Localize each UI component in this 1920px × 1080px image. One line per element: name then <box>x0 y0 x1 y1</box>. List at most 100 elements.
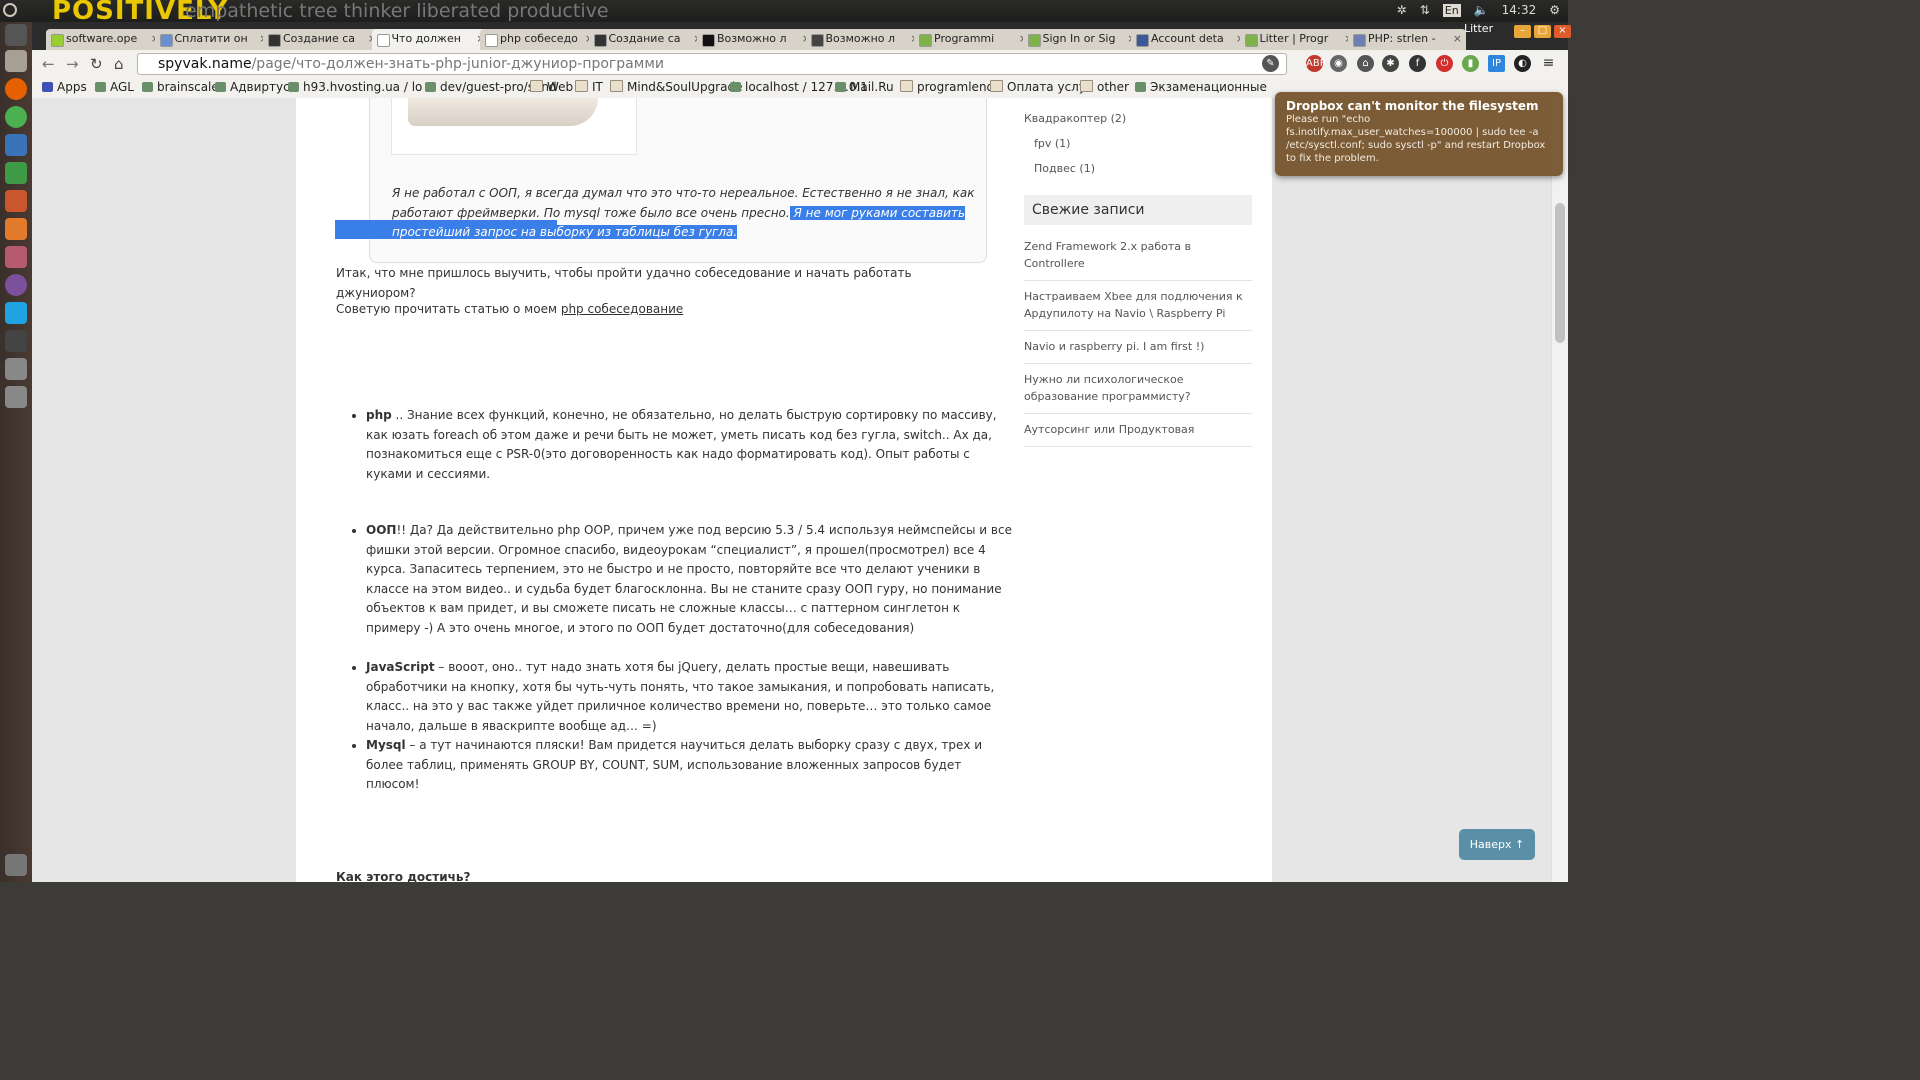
skill-text: – а тут начинаются пляски! Вам придется … <box>366 738 983 792</box>
tab-favicon-icon <box>485 34 498 47</box>
recent-post-link[interactable]: Zend Framework 2.x работа в Controllere <box>1024 231 1252 281</box>
category-gimbal[interactable]: Подвес (1) <box>1024 158 1252 189</box>
back-arrow-icon[interactable]: ← <box>42 55 55 73</box>
bookmark-folder[interactable]: Web <box>530 80 573 94</box>
files-icon[interactable] <box>5 50 27 72</box>
browser-tab[interactable]: Возможно л× <box>805 29 924 50</box>
bookmark-link[interactable]: h93.hvosting.ua / lo <box>288 80 422 94</box>
maximize-icon[interactable]: □ <box>1534 25 1551 38</box>
tab-label: PHP: strlen - <box>1368 32 1436 45</box>
bookmark-link[interactable]: Apps <box>42 80 87 94</box>
browser-toolbar: ← → ↻ ⌂ spyvak.name/page/что-должен-знат… <box>32 50 1568 79</box>
php-interview-link[interactable]: php собеседование <box>561 302 683 316</box>
tab-close-icon[interactable]: × <box>1453 32 1462 45</box>
tab-favicon-icon <box>919 34 932 47</box>
tab-label: Создание са <box>608 32 681 45</box>
system-settings-icon[interactable] <box>5 246 27 268</box>
forward-arrow-icon[interactable]: → <box>66 55 79 73</box>
close-window-icon[interactable]: × <box>1554 25 1571 38</box>
feather-extension-icon[interactable]: ✎ <box>1262 55 1279 72</box>
browser-tab[interactable]: Возможно л× <box>697 29 815 50</box>
volume-icon[interactable]: 🔈 <box>1474 3 1489 17</box>
skype-icon[interactable] <box>5 302 27 324</box>
recent-posts-heading: Свежие записи <box>1024 195 1252 225</box>
bookmark-link[interactable]: AGL <box>95 80 134 94</box>
settings-gear-icon[interactable]: ⚙ <box>1549 3 1560 17</box>
browser-tab[interactable]: Programmi× <box>914 29 1032 50</box>
pocket-icon[interactable]: ⌂ <box>1357 55 1374 72</box>
scrollbar-thumb[interactable] <box>1555 203 1565 343</box>
browser-tab[interactable]: Создание са× <box>588 29 707 50</box>
category-quadcopter[interactable]: Квадракоптер (2) <box>1024 112 1252 133</box>
libreoffice-impress-icon[interactable] <box>5 190 27 212</box>
skill-item-javascript: JavaScript – вооот, оно.. тут надо знать… <box>336 658 1016 736</box>
tab-favicon-icon <box>51 34 64 47</box>
bookmark-link[interactable]: Экзаменационные <box>1135 80 1267 94</box>
address-bar[interactable]: spyvak.name/page/что-должен-знать-php-ju… <box>137 53 1287 75</box>
recent-post-link[interactable]: Настраиваем Xbee для подлючения к Ардупи… <box>1024 281 1252 331</box>
back-to-top-button[interactable]: Наверх ↑ <box>1459 829 1535 860</box>
browser-tab[interactable]: software.ope× <box>46 29 164 50</box>
bookmark-label: Web <box>547 80 574 94</box>
libreoffice-calc-icon[interactable] <box>5 162 27 184</box>
bookmark-folder[interactable]: programlend <box>900 80 994 94</box>
dash-home-icon[interactable] <box>5 24 27 46</box>
clock[interactable]: 14:32 <box>1502 3 1537 17</box>
stop-extension-icon[interactable]: ⏻ <box>1436 55 1453 72</box>
bookmark-folder[interactable]: Mind&SoulUpgrade <box>610 80 742 94</box>
browser-tab[interactable]: PHP: strlen - × <box>1348 29 1466 50</box>
browser-tab[interactable]: php собеседо× <box>480 29 598 50</box>
recent-post-link[interactable]: Аутсорсинг или Продуктовая <box>1024 414 1252 447</box>
chat-extension-icon[interactable]: ◉ <box>1330 55 1347 72</box>
recent-post-link[interactable]: Navio и raspberry pi. I am first !) <box>1024 331 1252 364</box>
trash-icon[interactable] <box>5 854 27 876</box>
browser-tab[interactable]: Litter | Progr× <box>1239 29 1358 50</box>
dropbox-tray-icon[interactable]: ✲ <box>1397 3 1407 17</box>
function-extension-icon[interactable]: f <box>1409 55 1426 72</box>
skill-item-mysql: Mysql – а тут начинаются пляски! Вам при… <box>336 736 1016 795</box>
viber-icon[interactable] <box>5 274 27 296</box>
bookmark-link[interactable]: Mail.Ru <box>835 80 894 94</box>
ip-extension-icon[interactable]: IP <box>1488 55 1505 72</box>
minimize-icon[interactable]: – <box>1514 25 1531 38</box>
libreoffice-writer-icon[interactable] <box>5 134 27 156</box>
bookmark-folder[interactable]: other <box>1080 80 1129 94</box>
adblock-plus-icon[interactable]: ABP <box>1306 55 1326 72</box>
browser-tab[interactable]: Sign In or Sig× <box>1022 29 1141 50</box>
bookmark-label: Apps <box>57 80 87 94</box>
browser-tab[interactable]: Сплатити он× <box>154 29 273 50</box>
chrome-menu-icon[interactable]: ≡ <box>1540 55 1557 72</box>
page-scrollbar[interactable] <box>1551 98 1568 882</box>
ubuntu-logo-icon[interactable] <box>3 3 17 17</box>
puzzle-extension-icon[interactable]: ✱ <box>1382 55 1399 72</box>
drive-icon-2[interactable] <box>5 386 27 408</box>
software-center-icon[interactable] <box>5 218 27 240</box>
network-icon[interactable]: ⇅ <box>1420 3 1430 17</box>
bookmark-link[interactable]: Адвиртус <box>215 80 290 94</box>
tab-favicon-icon <box>1027 34 1041 47</box>
bookmark-folder[interactable]: Оплата услуг <box>990 80 1092 94</box>
dark-extension-icon[interactable]: ◐ <box>1514 55 1531 72</box>
skill-text: !! Да? Да действительно php OOP, причем … <box>366 523 1012 635</box>
bookmark-folder[interactable]: IT <box>575 80 603 94</box>
chrome-icon[interactable] <box>5 106 27 128</box>
bookmark-label: programlend <box>917 80 995 94</box>
quote-text: Я не работал с ООП, я всегда думал что э… <box>392 184 982 243</box>
skill-title: php <box>366 408 392 422</box>
browser-tab[interactable]: Что должен× <box>371 29 490 50</box>
bookmark-link[interactable]: brainscale <box>142 80 219 94</box>
recent-post-link[interactable]: Нужно ли психологическое образование про… <box>1024 364 1252 414</box>
skill-title: Mysql <box>366 738 406 752</box>
reload-icon[interactable]: ↻ <box>90 55 103 73</box>
keyboard-layout-indicator[interactable]: En <box>1442 3 1461 17</box>
recent-posts-list: Zend Framework 2.x работа в Controllere … <box>1024 231 1252 447</box>
drive-icon[interactable] <box>5 358 27 380</box>
browser-tab[interactable]: Создание са× <box>263 29 381 50</box>
home-icon[interactable]: ⌂ <box>114 55 124 73</box>
terminal-icon[interactable] <box>5 330 27 352</box>
category-fpv[interactable]: fpv (1) <box>1024 133 1252 158</box>
stats-extension-icon[interactable]: ▮ <box>1462 55 1479 72</box>
firefox-icon[interactable] <box>5 78 27 100</box>
browser-tab[interactable]: Account deta× <box>1131 29 1249 50</box>
browser-tab-bar: – □ × Litter software.ope×Сплатити он×Со… <box>32 22 1571 50</box>
